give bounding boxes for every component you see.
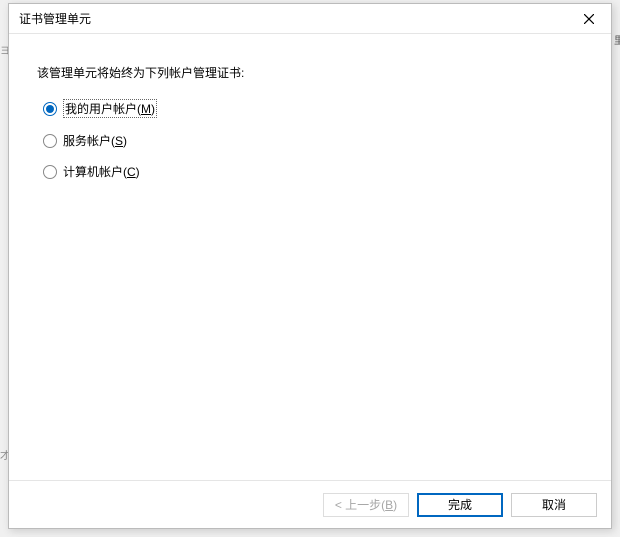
radio-input-computer[interactable] [43,165,57,179]
radio-input-service[interactable] [43,134,57,148]
dialog-title: 证书管理单元 [19,10,91,27]
finish-button[interactable]: 完成 [417,493,503,517]
background-fragment: 里 [614,32,620,44]
radio-label-service: 服务帐户(S) [63,132,127,149]
radio-input-my-user[interactable] [43,102,57,116]
cancel-button[interactable]: 取消 [511,493,597,517]
radio-computer-account[interactable]: 计算机帐户(C) [43,163,583,180]
account-radio-group: 我的用户帐户(M) 服务帐户(S) 计算机帐户(C) [37,99,583,180]
radio-label-computer: 计算机帐户(C) [63,163,140,180]
instruction-text: 该管理单元将始终为下列帐户管理证书: [37,64,583,81]
radio-label-my-user: 我的用户帐户(M) [63,99,157,118]
certificate-snapin-dialog: 证书管理单元 该管理单元将始终为下列帐户管理证书: 我的用户帐户(M) 服务帐户… [8,3,612,529]
close-button[interactable] [571,7,607,31]
back-button: < 上一步(B) [323,493,409,517]
close-icon [584,14,594,24]
radio-service-account[interactable]: 服务帐户(S) [43,132,583,149]
radio-my-user-account[interactable]: 我的用户帐户(M) [43,99,583,118]
button-bar: < 上一步(B) 完成 取消 [9,480,611,528]
background-fragment: ヨ才 [0,42,6,462]
title-bar: 证书管理单元 [9,4,611,34]
dialog-content: 该管理单元将始终为下列帐户管理证书: 我的用户帐户(M) 服务帐户(S) 计算机… [9,34,611,480]
